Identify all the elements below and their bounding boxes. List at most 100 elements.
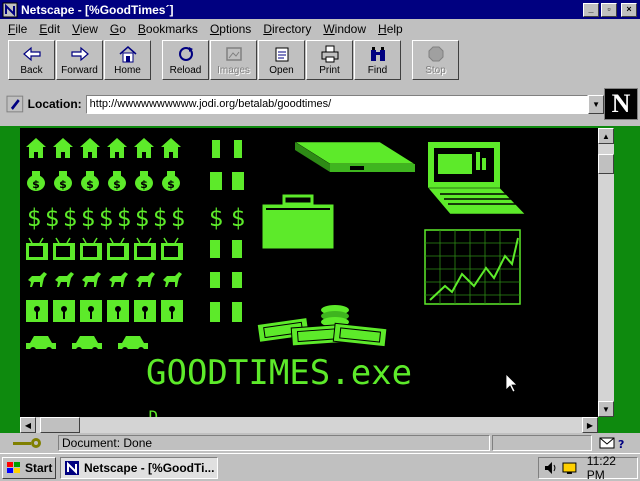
speaker-icon[interactable] — [543, 460, 559, 476]
reload-button[interactable]: Reload — [162, 40, 209, 80]
taskbar-item-netscape[interactable]: Netscape - [%GoodTi... — [60, 457, 218, 479]
clock[interactable]: 11:22 PM — [587, 454, 637, 481]
location-label: Location: — [27, 97, 82, 111]
forward-label: Forward — [61, 65, 98, 76]
location-url: http://wwwwwwwwww.jodi.org/betalab/goodt… — [89, 98, 332, 110]
location-dropdown-button[interactable]: ▼ — [588, 94, 604, 114]
partial-text: _ _ D — [110, 407, 158, 417]
menu-window[interactable]: Window — [317, 22, 372, 36]
home-button[interactable]: Home — [104, 40, 151, 80]
scroll-right-button[interactable]: ▶ — [582, 417, 598, 433]
bookmark-icon[interactable] — [6, 95, 24, 113]
netscape-icon — [2, 2, 18, 17]
scroll-down-button[interactable]: ▼ — [598, 401, 614, 417]
window-title: Netscape - [%GoodTimes´] — [21, 2, 174, 17]
location-bar: Location: http://wwwwwwwwww.jodi.org/bet… — [0, 88, 604, 120]
maximize-button[interactable]: ▫ — [601, 2, 617, 17]
chevron-up-icon: ▲ — [602, 131, 610, 141]
mouse-pointer-icon — [505, 373, 518, 393]
forward-arrow-icon — [70, 46, 89, 62]
find-button[interactable]: Find — [354, 40, 401, 80]
netscape-n-icon: N — [611, 89, 631, 118]
images-button[interactable]: Images — [210, 40, 257, 80]
vertical-scrollbar[interactable]: ▲ ▼ — [598, 128, 614, 417]
location-input[interactable]: http://wwwwwwwwww.jodi.org/betalab/goodt… — [85, 94, 589, 114]
netscape-icon — [65, 461, 79, 475]
home-label: Home — [114, 65, 141, 76]
goodtimes-headline: GOODTIMES.exe — [146, 353, 412, 393]
briefcase-graphic — [261, 194, 335, 250]
windows-logo-icon — [7, 462, 20, 473]
menu-file[interactable]: File — [2, 22, 33, 36]
stock-chart-graphic — [424, 229, 521, 305]
start-label: Start — [25, 461, 53, 475]
chevron-right-icon: ▶ — [586, 420, 594, 430]
status-text: Document: Done — [58, 435, 490, 451]
menu-bookmarks[interactable]: Bookmarks — [132, 22, 204, 36]
menu-options[interactable]: Options — [204, 22, 257, 36]
images-icon — [225, 47, 242, 61]
close-icon: × — [626, 4, 632, 14]
start-button[interactable]: Start — [2, 457, 56, 479]
netscape-logo[interactable]: N — [604, 88, 638, 120]
menu-file-label: File — [8, 21, 28, 36]
goodtimes-artwork: $ $ GOODTIMES.exe _ _ D — [25, 138, 526, 417]
menu-edit[interactable]: Edit — [33, 22, 66, 36]
cash-stack-graphic — [256, 305, 388, 348]
mail-icon[interactable]: ? — [598, 435, 628, 451]
vertical-scroll-thumb[interactable] — [598, 154, 614, 174]
closed-laptop-graphic — [293, 141, 417, 172]
back-button[interactable]: Back — [8, 40, 55, 80]
menu-help-label: Help — [378, 21, 403, 36]
menu-go[interactable]: Go — [104, 22, 132, 36]
menu-go-label: Go — [109, 21, 126, 36]
title-bar[interactable]: Netscape - [%GoodTimes´] _ ▫ × — [0, 0, 640, 19]
taskbar-item-label: Netscape - [%GoodTi... — [84, 461, 215, 475]
page-content[interactable]: $ $ GOODTIMES.exe _ _ D — [20, 128, 598, 417]
chevron-down-icon: ▼ — [592, 99, 601, 109]
svg-text:?: ? — [618, 438, 624, 451]
menu-bar: File Edit View Go Bookmarks Options Dire… — [0, 19, 640, 38]
stop-button[interactable]: Stop — [412, 40, 459, 80]
find-label: Find — [367, 65, 388, 76]
icon-grid-left — [25, 138, 246, 353]
chevron-down-icon: ▼ — [602, 404, 610, 414]
reload-icon — [178, 47, 193, 61]
menu-view[interactable]: View — [66, 22, 104, 36]
menu-directory-label: Directory — [263, 21, 312, 36]
minimize-icon: _ — [588, 4, 594, 14]
toolbar: Back Forward Home Reload Images Open Pri… — [0, 38, 640, 82]
print-icon — [321, 45, 338, 63]
minimize-button[interactable]: _ — [583, 2, 599, 17]
print-label: Print — [319, 65, 340, 76]
taskbar: Start Netscape - [%GoodTi... 11:22 PM — [0, 453, 640, 481]
open-icon — [275, 47, 288, 62]
close-button[interactable]: × — [621, 2, 637, 17]
horizontal-scroll-thumb[interactable] — [40, 417, 80, 433]
forward-button[interactable]: Forward — [56, 40, 103, 80]
images-label: Images — [217, 65, 250, 76]
back-arrow-icon — [22, 46, 41, 62]
open-label: Open — [269, 65, 294, 76]
reload-label: Reload — [169, 65, 202, 76]
menu-bookmarks-label: Bookmarks — [137, 21, 198, 36]
open-laptop-graphic — [427, 142, 526, 215]
open-button[interactable]: Open — [258, 40, 305, 80]
scroll-up-button[interactable]: ▲ — [598, 128, 614, 144]
network-monitor-icon[interactable] — [561, 460, 579, 476]
scroll-left-button[interactable]: ◀ — [20, 417, 36, 433]
security-key-icon[interactable] — [12, 435, 46, 451]
system-tray: 11:22 PM — [538, 454, 638, 481]
menu-window-label: Window — [323, 21, 367, 36]
menu-help[interactable]: Help — [372, 22, 409, 36]
menu-directory[interactable]: Directory — [257, 22, 317, 36]
chevron-left-icon: ◀ — [24, 420, 32, 430]
stop-label: Stop — [425, 65, 446, 76]
menu-options-label: Options — [209, 21, 252, 36]
progress-area — [492, 435, 592, 451]
print-button[interactable]: Print — [306, 40, 353, 80]
horizontal-scrollbar[interactable]: ◀ ▶ — [20, 417, 598, 433]
find-binoculars-icon — [370, 47, 385, 61]
home-icon — [119, 46, 136, 63]
menu-edit-label: Edit — [39, 21, 61, 36]
